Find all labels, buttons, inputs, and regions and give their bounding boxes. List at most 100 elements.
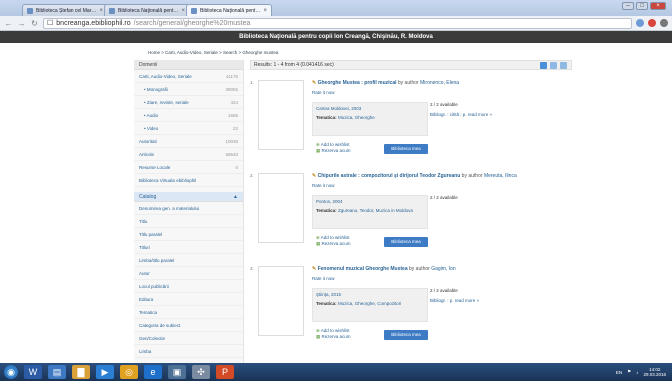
reserve-link[interactable]: ▦ Rezerva acum [316, 241, 351, 247]
catalog-facet-item[interactable]: Autor [134, 267, 243, 280]
network-icon[interactable]: ✣ [192, 365, 210, 379]
catalog-facet-item[interactable]: Denumirea gen. a materialului [134, 202, 243, 215]
close-tab-icon[interactable]: × [181, 8, 185, 14]
availability: 2 / 2 available [430, 102, 458, 107]
catalog-facet-item[interactable]: Locul publicării [134, 280, 243, 293]
sidebar-domain-item[interactable]: Articole 59640 [134, 148, 243, 161]
chrome-icon[interactable]: ◎ [120, 365, 138, 379]
rate-link[interactable]: Rate it now [312, 183, 572, 188]
close-window-icon[interactable]: × [650, 2, 666, 10]
translate-icon[interactable] [636, 19, 644, 27]
publisher[interactable]: Cartea Moldovei, 2003 [313, 103, 427, 112]
sidebar-domain-item[interactable]: Carti, Audio-Video, Seriale 41176 [134, 70, 243, 83]
results-summary-bar: Results: 1 - 4 from 4 (0.041416 sec) [250, 60, 572, 70]
book-cover-thumbnail[interactable] [258, 173, 304, 243]
record-author[interactable]: Mironenco, Elena [420, 80, 459, 86]
my-library-button[interactable]: Biblioteca mea [384, 330, 428, 340]
media-icon[interactable]: ▶ [96, 365, 114, 379]
language-indicator[interactable]: EN [616, 370, 622, 375]
catalog-facet-item[interactable]: Gen/Colectie [134, 332, 243, 345]
calendar-icon: ▦ [316, 148, 321, 153]
word-icon[interactable]: W [24, 365, 42, 379]
record-info-box: Cartea Moldovei, 2003 Tematica: Muzica, G… [312, 102, 428, 154]
clock[interactable]: 14:02 29.03.2016 [643, 367, 666, 377]
catalog-facet-item[interactable]: Categoria de subiect [134, 319, 243, 332]
sidebar-domain-item[interactable]: Autoritati 10035 [134, 135, 243, 148]
grid-view-icon[interactable] [550, 62, 557, 69]
powerpoint-icon[interactable]: P [216, 365, 234, 379]
reload-icon[interactable]: ↻ [30, 19, 39, 28]
start-button[interactable]: ◉ [4, 365, 18, 379]
book-cover-thumbnail[interactable] [258, 266, 304, 336]
sidebar-domain-item[interactable]: • Audio 1665 [134, 109, 243, 122]
catalog-facet-item[interactable]: Titluri [134, 241, 243, 254]
detail-view-icon[interactable] [560, 62, 567, 69]
flag-icon[interactable]: ⚑ [627, 369, 631, 375]
back-arrow-icon[interactable]: ← [4, 19, 13, 28]
record-title[interactable]: Fenomenul muzical Gheorghe Mustea [318, 266, 408, 272]
toolbar-icons [636, 19, 668, 27]
catalog-facet-item[interactable]: Limba [134, 345, 243, 358]
record-body: ✎ Gheorghe Mustea : profil muzical by au… [312, 80, 572, 154]
documents-icon[interactable]: ▤ [48, 365, 66, 379]
collapse-arrow-icon[interactable]: ▲ [233, 192, 238, 201]
tematica-value[interactable]: Muzica, Gheorghe [338, 115, 375, 120]
maximize-icon[interactable]: □ [636, 2, 648, 10]
tematica-value[interactable]: Zgureanu, Teodor, Muzica in Moldova [338, 208, 413, 213]
reserve-link[interactable]: ▦ Rezerva acum [316, 334, 351, 340]
book-cover-thumbnail[interactable] [258, 80, 304, 150]
sidebar-domain-item[interactable]: • Monografii 39065 [134, 83, 243, 96]
forward-arrow-icon[interactable]: → [17, 19, 26, 28]
plus-icon: ⊕ [316, 328, 320, 333]
record-title[interactable]: Chipurile astrale : compozitorul şi diri… [318, 173, 461, 179]
facet-label: Limba [139, 348, 152, 354]
catalog-facet-item[interactable]: Titlu [134, 215, 243, 228]
minimize-icon[interactable]: – [622, 2, 634, 10]
results-summary: Results: 1 - 4 from 4 (0.041416 sec) [254, 62, 334, 68]
browser-tab-2[interactable]: Biblioteca Naţională pentru... × [104, 4, 190, 16]
reserve-link[interactable]: ▦ Rezerva acum [316, 148, 351, 154]
close-tab-icon[interactable]: × [99, 8, 103, 14]
record-title[interactable]: Gheorghe Mustea : profil muzical [318, 80, 397, 86]
browser-tab-1[interactable]: Biblioteca Ștefan cel Mare... × [22, 4, 108, 16]
sidebar-domain-item[interactable]: Resurse Locale 0 [134, 161, 243, 174]
rate-link[interactable]: Rate it now [312, 90, 572, 95]
catalog-header[interactable]: Catalog ▲ [134, 192, 243, 202]
location-note[interactable]: Bibliogr. : p. read more » [430, 298, 479, 303]
sidebar-domain-item[interactable]: • Video 22 [134, 122, 243, 135]
catalog-facet-item[interactable]: Limba/titlu paralel [134, 254, 243, 267]
record-author[interactable]: Gagim, Ion [431, 266, 455, 272]
facet-label: Titlu paralel [139, 231, 163, 237]
favicon-icon [191, 7, 197, 14]
catalog-facet-item[interactable]: Titlu paralel [134, 228, 243, 241]
domain-label: Resurse Locale [139, 164, 171, 170]
list-view-icon[interactable] [540, 62, 547, 69]
close-tab-icon[interactable]: × [263, 8, 267, 14]
browser-window: Biblioteca Ștefan cel Mare... × Bibliote… [0, 0, 672, 363]
sidebar-domain-item[interactable]: • Ziare, reviste, seriale 424 [134, 96, 243, 109]
address-bar[interactable]: ☐ bncreanga.ebibliophil.ro/search/genera… [43, 17, 632, 29]
sidebar-domain-item[interactable]: Biblioteca Virtuala ebibliophil [134, 174, 243, 187]
windows-taskbar: ◉ W ▤ ▇ ▶ ◎ e ▣ ✣ P EN ⚑ ♪ 14:02 29.03.2… [0, 363, 672, 381]
menu-icon[interactable] [660, 19, 668, 27]
catalog-facet-item[interactable]: Editura [134, 293, 243, 306]
publisher[interactable]: Ştiinţa, 2015 [313, 289, 427, 298]
catalog-facet-item[interactable]: Tematica [134, 306, 243, 319]
record-actions: ⊕ Add to wishlist ▦ Rezerva acum [316, 328, 351, 340]
browser-tab-3[interactable]: Biblioteca Naţională pentru... × [186, 4, 272, 16]
record-author[interactable]: Mereuta, Ilinca [484, 173, 517, 179]
breadcrumb[interactable]: Home > Carti, Audio-Video, Seriale > Sea… [148, 50, 278, 55]
extension-icon[interactable] [648, 19, 656, 27]
window-icon[interactable]: ▣ [168, 365, 186, 379]
my-library-button[interactable]: Biblioteca mea [384, 237, 428, 247]
volume-icon[interactable]: ♪ [636, 370, 638, 375]
ie-icon[interactable]: e [144, 365, 162, 379]
location-note[interactable]: Bibliogr. : citită ; p. read more » [430, 112, 492, 117]
rate-link[interactable]: Rate it now [312, 276, 572, 281]
my-library-button[interactable]: Biblioteca mea [384, 144, 428, 154]
sidebar: Domenii Carti, Audio-Video, Seriale 41176… [134, 60, 244, 363]
tematica-row: Tematica: Zgureanu, Teodor, Muzica in Mo… [316, 208, 413, 213]
tematica-value[interactable]: Muzica, Gheorghe, Compozitori [338, 301, 401, 306]
publisher[interactable]: Pontos, 2004 [313, 196, 427, 205]
folder-icon[interactable]: ▇ [72, 365, 90, 379]
